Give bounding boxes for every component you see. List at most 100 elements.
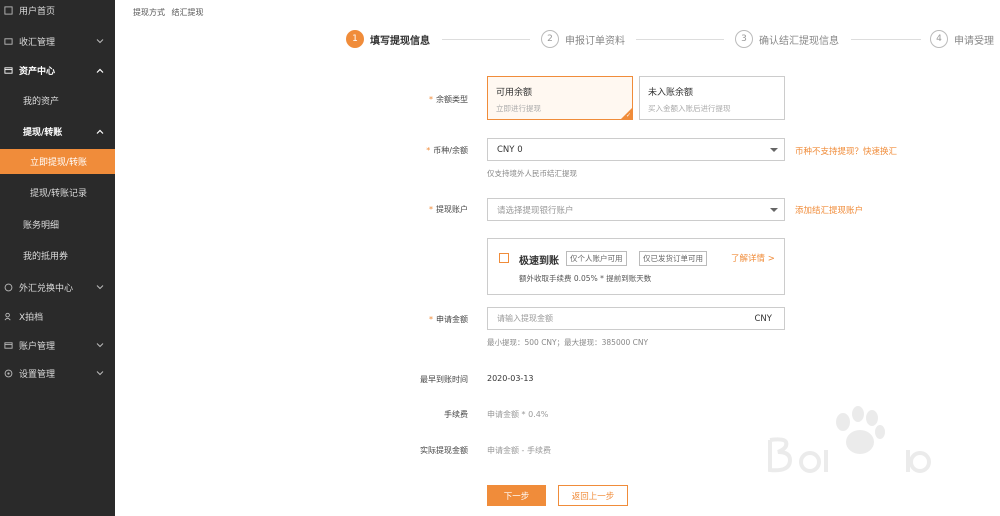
sidebar-item-withdraw-records[interactable]: 提现/转账记录 — [0, 182, 115, 202]
people-icon — [4, 312, 13, 321]
caret-down-icon — [770, 148, 778, 152]
step-declare-orders: 2 申报订单资料 — [541, 30, 625, 48]
watermark-logo — [768, 406, 931, 473]
sidebar-item-asset-center[interactable]: 资产中心 — [0, 60, 115, 81]
chevron-down-icon — [96, 341, 104, 349]
actual-amount-label: 实际提现金额 — [420, 446, 468, 455]
earliest-arrival-value: 2020-03-13 — [487, 374, 534, 383]
fee-label: 手续费 — [444, 410, 468, 419]
sidebar-item-label: 我的资产 — [23, 96, 60, 107]
balance-option-available[interactable]: 可用余额 立即进行提现 ✓ — [487, 76, 633, 120]
sidebar-item-label: 用户首页 — [19, 6, 56, 17]
sidebar-item-fx-exchange[interactable]: 外汇兑换中心 — [0, 277, 115, 297]
asset-icon — [4, 66, 13, 75]
step-connector — [851, 39, 921, 40]
sidebar-item-label: 我的抵用券 — [23, 251, 69, 262]
option-title: 可用余额 — [496, 88, 533, 98]
home-icon — [4, 5, 13, 15]
shipped-only-tag: 仅已发货订单可用 — [639, 251, 707, 266]
caret-down-icon — [770, 208, 778, 212]
chevron-up-icon — [96, 67, 104, 75]
sidebar-item-label: 立即提现/转账 — [30, 158, 88, 168]
step-number: 4 — [930, 30, 948, 48]
account-select[interactable]: 请选择提现银行账户 — [487, 198, 785, 221]
fee-value: 申请金额 * 0.4% — [487, 410, 549, 419]
sidebar-item-label: 外汇兑换中心 — [19, 283, 74, 294]
sidebar-item-label: 资产中心 — [19, 67, 56, 77]
sidebar-item-withdraw-transfer[interactable]: 提现/转账 — [0, 121, 115, 142]
step-label: 申请受理 — [954, 35, 994, 47]
label-text: 币种/余额 — [433, 146, 468, 155]
back-step-button[interactable]: 返回上一步 — [558, 485, 628, 506]
sidebar-item-withdraw-now[interactable]: 立即提现/转账 — [0, 149, 115, 174]
required-mark: * — [429, 205, 433, 214]
amount-placeholder: 请输入提现金额 — [497, 314, 553, 323]
actual-amount-value: 申请金额 - 手续费 — [487, 446, 551, 455]
option-title: 未入账余额 — [648, 88, 694, 98]
account-placeholder: 请选择提现银行账户 — [497, 205, 574, 216]
personal-only-tag: 仅个人账户可用 — [566, 251, 627, 266]
chevron-down-icon — [96, 369, 104, 377]
option-desc: 立即进行提现 — [496, 104, 541, 113]
earliest-arrival-label: 最早到账时间 — [420, 375, 468, 384]
sidebar-item-fx-collection[interactable]: 收汇管理 — [0, 31, 115, 51]
fast-arrival-checkbox[interactable] — [499, 253, 509, 263]
gear-icon — [4, 369, 13, 378]
label-text: 余额类型 — [436, 95, 468, 104]
sidebar-item-label: X拍档 — [19, 312, 44, 323]
amount-input[interactable]: 请输入提现金额 CNY — [487, 307, 785, 330]
step-number: 2 — [541, 30, 559, 48]
step-label: 申报订单资料 — [565, 35, 625, 47]
currency-label: * 币种/余额 — [426, 145, 468, 156]
required-mark: * — [429, 315, 433, 324]
label-text: 申请金额 — [436, 315, 468, 324]
chevron-down-icon — [96, 283, 104, 291]
step-connector — [442, 39, 530, 40]
step-label: 确认结汇提现信息 — [759, 35, 839, 47]
currency-hint: 仅支持境外人民币结汇提现 — [487, 169, 577, 178]
fast-arrival-box: 极速到账 仅个人账户可用 仅已发货订单可用 了解详情 > 额外收取手续费 0.0… — [487, 238, 785, 295]
check-icon: ✓ — [625, 112, 631, 119]
sidebar-item-label: 提现/转账记录 — [30, 188, 88, 199]
sidebar-item-my-vouchers[interactable]: 我的抵用券 — [0, 245, 115, 265]
step-number: 3 — [735, 30, 753, 48]
add-account-link[interactable]: 添加结汇提现账户 — [795, 204, 863, 216]
sidebar-item-label: 提现/转账 — [23, 128, 63, 138]
fast-arrival-desc: 额外收取手续费 0.05% * 提前到账天数 — [519, 274, 652, 283]
currency-select[interactable]: CNY 0 — [487, 138, 785, 161]
sidebar-item-settings-mgmt[interactable]: 设置管理 — [0, 363, 115, 383]
sidebar-item-account-details[interactable]: 账务明细 — [0, 214, 115, 234]
amount-unit: CNY — [754, 313, 773, 324]
required-mark: * — [426, 146, 431, 155]
sidebar-item-label: 账户管理 — [19, 341, 56, 352]
sidebar-item-x-archive[interactable]: X拍档 — [0, 306, 115, 326]
wallet-icon — [4, 37, 13, 46]
learn-more-link[interactable]: 了解详情 > — [731, 252, 775, 264]
step-label: 填写提现信息 — [370, 35, 430, 47]
option-desc: 买入金额入账后进行提现 — [648, 104, 731, 113]
step-confirm-info: 3 确认结汇提现信息 — [735, 30, 839, 48]
sidebar-item-label: 设置管理 — [19, 369, 56, 380]
step-fill-info: 1 填写提现信息 — [346, 30, 430, 48]
sidebar-item-my-assets[interactable]: 我的资产 — [0, 90, 115, 110]
step-number: 1 — [346, 30, 364, 48]
required-mark: * — [429, 95, 433, 104]
sidebar-item-label: 账务明细 — [23, 220, 60, 231]
balance-option-pending[interactable]: 未入账余额 买入金额入账后进行提现 — [639, 76, 785, 120]
step-connector — [636, 39, 724, 40]
step-accept: 4 申请受理 — [930, 30, 994, 48]
quick-exchange-link[interactable]: 币种不支持提现？快速换汇 — [795, 145, 897, 157]
sidebar-item-account-mgmt[interactable]: 账户管理 — [0, 335, 115, 355]
amount-label: * 申请金额 — [429, 314, 468, 325]
chevron-down-icon — [96, 37, 104, 45]
card-icon — [4, 341, 13, 350]
fast-arrival-title: 极速到账 — [519, 256, 559, 267]
breadcrumb-item: 结汇提现 — [171, 8, 204, 17]
next-step-button[interactable]: 下一步 — [487, 485, 546, 506]
account-label: * 提现账户 — [429, 204, 468, 215]
breadcrumb-item[interactable]: 提现方式 — [133, 8, 165, 17]
sidebar-item-home[interactable]: 用户首页 — [0, 0, 115, 20]
chevron-up-icon — [96, 128, 104, 136]
amount-hint: 最小提现：500 CNY；最大提现：385000 CNY — [487, 338, 649, 347]
sidebar: 用户首页 收汇管理 资产中心 我的资产 提现/转账 立即提现/转账 提现/转账记… — [0, 0, 115, 516]
